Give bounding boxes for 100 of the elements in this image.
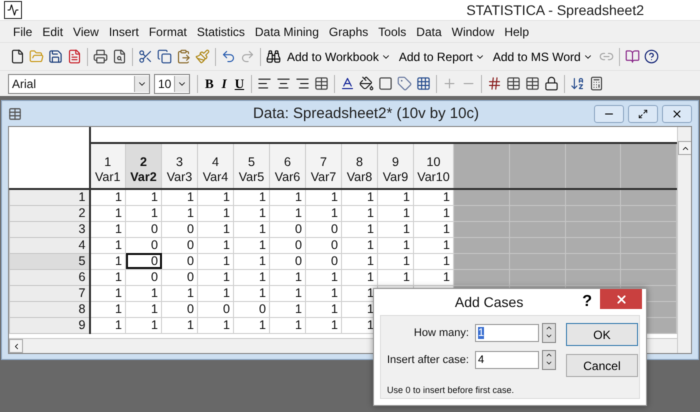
copy-icon[interactable] [157, 49, 172, 64]
table-icon[interactable] [525, 76, 540, 91]
column-header[interactable]: 2 Var2 [126, 143, 162, 189]
table-cell: 1 [234, 285, 270, 301]
dropdown-button[interactable]: Add to MS Word [488, 50, 597, 64]
row-header[interactable]: 7 [10, 285, 90, 301]
font-dropdown[interactable]: Arial [8, 74, 150, 94]
column-header[interactable]: 4 Var4 [198, 143, 234, 189]
font-color-icon[interactable] [340, 76, 356, 91]
menu-item[interactable]: Data Mining [250, 24, 324, 38]
table-cell: 1 [342, 237, 378, 253]
book-icon[interactable] [624, 49, 640, 64]
text-style-button[interactable]: I [218, 76, 231, 92]
row-header[interactable]: 1 [10, 189, 90, 205]
maximize-button[interactable] [628, 104, 658, 122]
table-cell: 1 [198, 317, 234, 333]
row-header[interactable]: 9 [10, 317, 90, 333]
table-icon[interactable] [506, 76, 522, 91]
pdf-icon[interactable] [67, 49, 82, 64]
menu-item[interactable]: Data [411, 24, 447, 38]
align-left-icon[interactable] [257, 76, 272, 91]
column-header[interactable]: 3 Var3 [162, 143, 198, 189]
menu-item[interactable]: Edit [37, 24, 68, 38]
menu-item[interactable]: Graphs [324, 24, 374, 38]
column-header[interactable]: 5 Var5 [234, 143, 270, 189]
printer-icon[interactable] [93, 49, 108, 64]
scroll-left-button[interactable] [9, 339, 23, 353]
dialog-button[interactable]: OK [566, 323, 638, 346]
column-header[interactable]: 9 Var9 [378, 143, 414, 189]
help-button[interactable]: ? [574, 293, 600, 311]
table-cell: 1 [90, 189, 126, 205]
table-cell: 1 [270, 189, 306, 205]
cut-icon[interactable] [138, 49, 153, 64]
table-cell: 0 [270, 221, 306, 237]
dropdown-button[interactable]: Add to Workbook [283, 50, 395, 64]
binoculars-icon[interactable] [266, 49, 281, 64]
table-cell: 1 [162, 285, 198, 301]
app-icon[interactable] [4, 1, 22, 19]
paste-icon[interactable] [176, 49, 191, 64]
number-field[interactable]: 1 [474, 324, 539, 342]
row-header[interactable]: 2 [10, 205, 90, 221]
border-icon[interactable] [378, 76, 394, 91]
row-header[interactable]: 5 [10, 253, 90, 269]
spinner-button[interactable] [542, 350, 556, 370]
save-icon[interactable] [48, 49, 63, 64]
tag-icon[interactable] [397, 76, 412, 91]
dialog-button[interactable]: Cancel [566, 354, 638, 377]
menu-item[interactable]: Tools [373, 24, 412, 38]
maximize-icon[interactable] [638, 108, 648, 118]
hash-icon[interactable] [487, 76, 502, 91]
table-cell: 1 [342, 205, 378, 221]
dialog-title: Add Cases [454, 294, 524, 310]
number-field[interactable]: 4 [474, 351, 539, 369]
brush-icon[interactable] [195, 49, 210, 64]
column-header[interactable]: 8 Var8 [342, 143, 378, 189]
scroll-up-button[interactable] [678, 141, 691, 155]
undo-icon[interactable] [221, 49, 236, 64]
row-header[interactable]: 6 [10, 269, 90, 285]
menu-item[interactable]: Insert [104, 24, 144, 38]
calculator-icon[interactable] [589, 76, 604, 91]
grid-icon[interactable] [416, 76, 432, 91]
font-size-dropdown[interactable]: 10 [154, 74, 190, 94]
row-header[interactable]: 4 [10, 237, 90, 253]
align-right-icon[interactable] [295, 76, 310, 91]
menu-item[interactable]: Format [144, 24, 192, 38]
lock-icon[interactable] [544, 76, 560, 91]
row-header[interactable]: 3 [10, 221, 90, 237]
column-header[interactable]: 7 Var7 [306, 143, 342, 189]
align-center-icon[interactable] [276, 76, 292, 91]
table-cell: 1 [90, 301, 126, 317]
fill-color-icon[interactable] [359, 76, 374, 91]
table-cell: 1 [270, 285, 306, 301]
menu-item[interactable]: Window [446, 24, 500, 38]
table-cell: 1 [198, 237, 234, 253]
row-header[interactable]: 8 [10, 301, 90, 317]
table-cell: 1 [306, 269, 342, 285]
table-cell: 1 [306, 317, 342, 333]
table-cell: 0 [306, 253, 342, 269]
table-cell: 1 [306, 285, 342, 301]
table-cell: 0 [126, 221, 162, 237]
menu-item[interactable]: View [68, 24, 104, 38]
close-button[interactable] [662, 104, 692, 122]
spinner-button[interactable] [542, 323, 556, 343]
new-file-icon[interactable] [10, 49, 25, 64]
sort-icon[interactable] [570, 76, 586, 91]
menu-item[interactable]: Statistics [192, 24, 250, 38]
table-cell: 1 [90, 269, 126, 285]
help-icon[interactable] [644, 49, 659, 64]
table-cell: 0 [162, 253, 198, 269]
column-header[interactable]: 10 Var10 [414, 143, 454, 189]
text-style-button[interactable]: U [230, 76, 248, 92]
print-preview-icon[interactable] [112, 49, 127, 64]
text-style-button[interactable]: B [201, 76, 218, 92]
table-icon[interactable] [314, 76, 330, 91]
close-icon[interactable] [671, 108, 683, 120]
menu-item[interactable]: Help [499, 24, 534, 38]
menu-item[interactable]: File [8, 24, 38, 38]
column-header[interactable]: 6 Var6 [270, 143, 306, 189]
dropdown-button[interactable]: Add to Report [394, 50, 489, 64]
column-header[interactable]: 1 Var1 [90, 143, 126, 189]
